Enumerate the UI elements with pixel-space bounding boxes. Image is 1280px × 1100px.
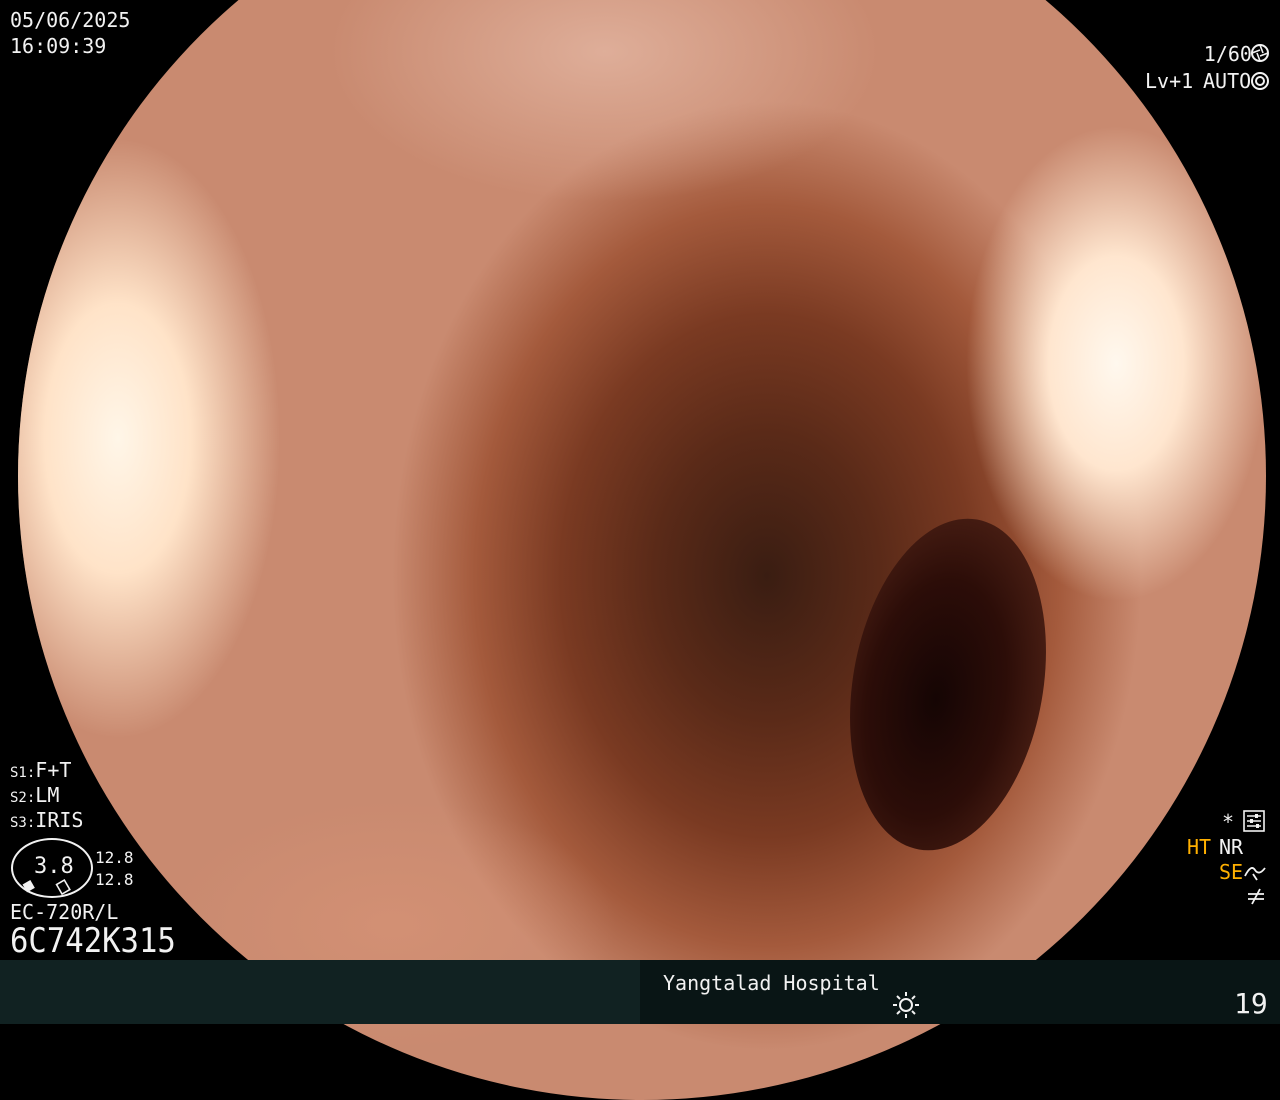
brightness-sun-icon [893, 992, 919, 1018]
shutter-value: 1/60 [1203, 42, 1252, 66]
ht-mode: HT [1187, 835, 1212, 859]
aperture-icon [1251, 44, 1269, 62]
switch-3-value: IRIS [35, 808, 84, 832]
auto-mode: AUTO [1203, 69, 1252, 93]
star-indicator: * [1222, 810, 1235, 834]
info-bar-left [0, 960, 640, 1024]
image-counter: 19 [1234, 987, 1268, 1020]
switch-1: S1:F+T [10, 760, 71, 780]
gauge-upper: 12.8 [95, 848, 134, 867]
time-label: 16:09:39 [10, 34, 107, 58]
gauge-indicator-icon [22, 878, 71, 896]
structure-enhance-icon [1244, 867, 1266, 881]
switch-3-key: S3: [10, 815, 36, 831]
switch-2: S2:LM [10, 785, 59, 805]
not-equal-icon [1248, 888, 1264, 905]
gauge-value: 3.8 [34, 854, 74, 879]
gauge-lower: 12.8 [95, 870, 134, 889]
switch-1-key: S1: [10, 765, 36, 781]
date-label: 05/06/2025 [10, 8, 131, 32]
switch-3: S3:IRIS [10, 810, 83, 830]
settings-sliders-icon [1243, 810, 1265, 832]
scope-model: EC-720R/L [10, 900, 119, 924]
auto-iris-icon [1251, 72, 1269, 90]
scope-serial: 6C742K315 [10, 921, 176, 961]
lumen [825, 503, 1071, 866]
light-level: Lv+1 [1145, 69, 1194, 93]
hospital-name: Yangtalad Hospital [663, 971, 880, 995]
switch-2-value: LM [35, 783, 60, 807]
switch-2-key: S2: [10, 790, 36, 806]
se-mode: SE [1219, 860, 1244, 884]
switch-1-value: F+T [35, 758, 72, 782]
nr-mode: NR [1219, 835, 1244, 859]
endoscope-image [18, 0, 1266, 1100]
